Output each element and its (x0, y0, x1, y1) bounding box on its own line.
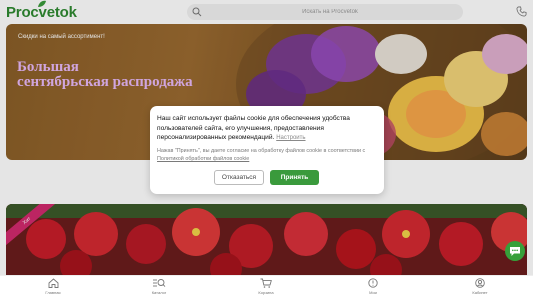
decline-button[interactable]: Отказаться (214, 170, 264, 185)
cookie-main-text: Наш сайт использует файлы cookie для обе… (157, 114, 379, 144)
accept-button[interactable]: Принять (270, 170, 319, 185)
catalog-search-icon (153, 279, 166, 287)
cookie-note-text: Нажав "Принять", вы даете согласие на об… (157, 148, 366, 154)
nav-label-orders: Мои (369, 290, 377, 295)
cookie-note: Нажав "Принять", вы даете согласие на об… (157, 147, 379, 163)
cookie-policy-link[interactable]: Политикой обработки файлов cookie (157, 156, 249, 162)
home-icon (48, 278, 58, 288)
profile-icon (475, 278, 485, 288)
cookie-description: Наш сайт использует файлы cookie для обе… (157, 115, 350, 142)
cookie-consent-dialog: Наш сайт использует файлы cookie для обе… (150, 106, 384, 194)
nav-label-home: Главная (45, 290, 61, 295)
nav-item-profile[interactable]: Кабинет (460, 278, 500, 300)
nav-item-catalog[interactable]: Каталог (139, 278, 179, 300)
orders-icon (368, 278, 378, 288)
cart-icon (260, 278, 272, 288)
nav-item-home[interactable]: Главная (33, 278, 73, 300)
cookie-settings-link[interactable]: Настроить (276, 135, 305, 141)
nav-item-orders[interactable]: Мои (353, 278, 393, 300)
nav-item-cart[interactable]: Корзина (246, 278, 286, 300)
nav-label-profile: Кабинет (472, 290, 488, 295)
bottom-nav: Главная Каталог Корзина Мои Кабинет (0, 275, 533, 300)
chat-button[interactable] (505, 241, 525, 261)
nav-label-catalog: Каталог (151, 290, 167, 295)
nav-label-cart: Корзина (258, 290, 274, 295)
chat-icon (510, 246, 520, 256)
